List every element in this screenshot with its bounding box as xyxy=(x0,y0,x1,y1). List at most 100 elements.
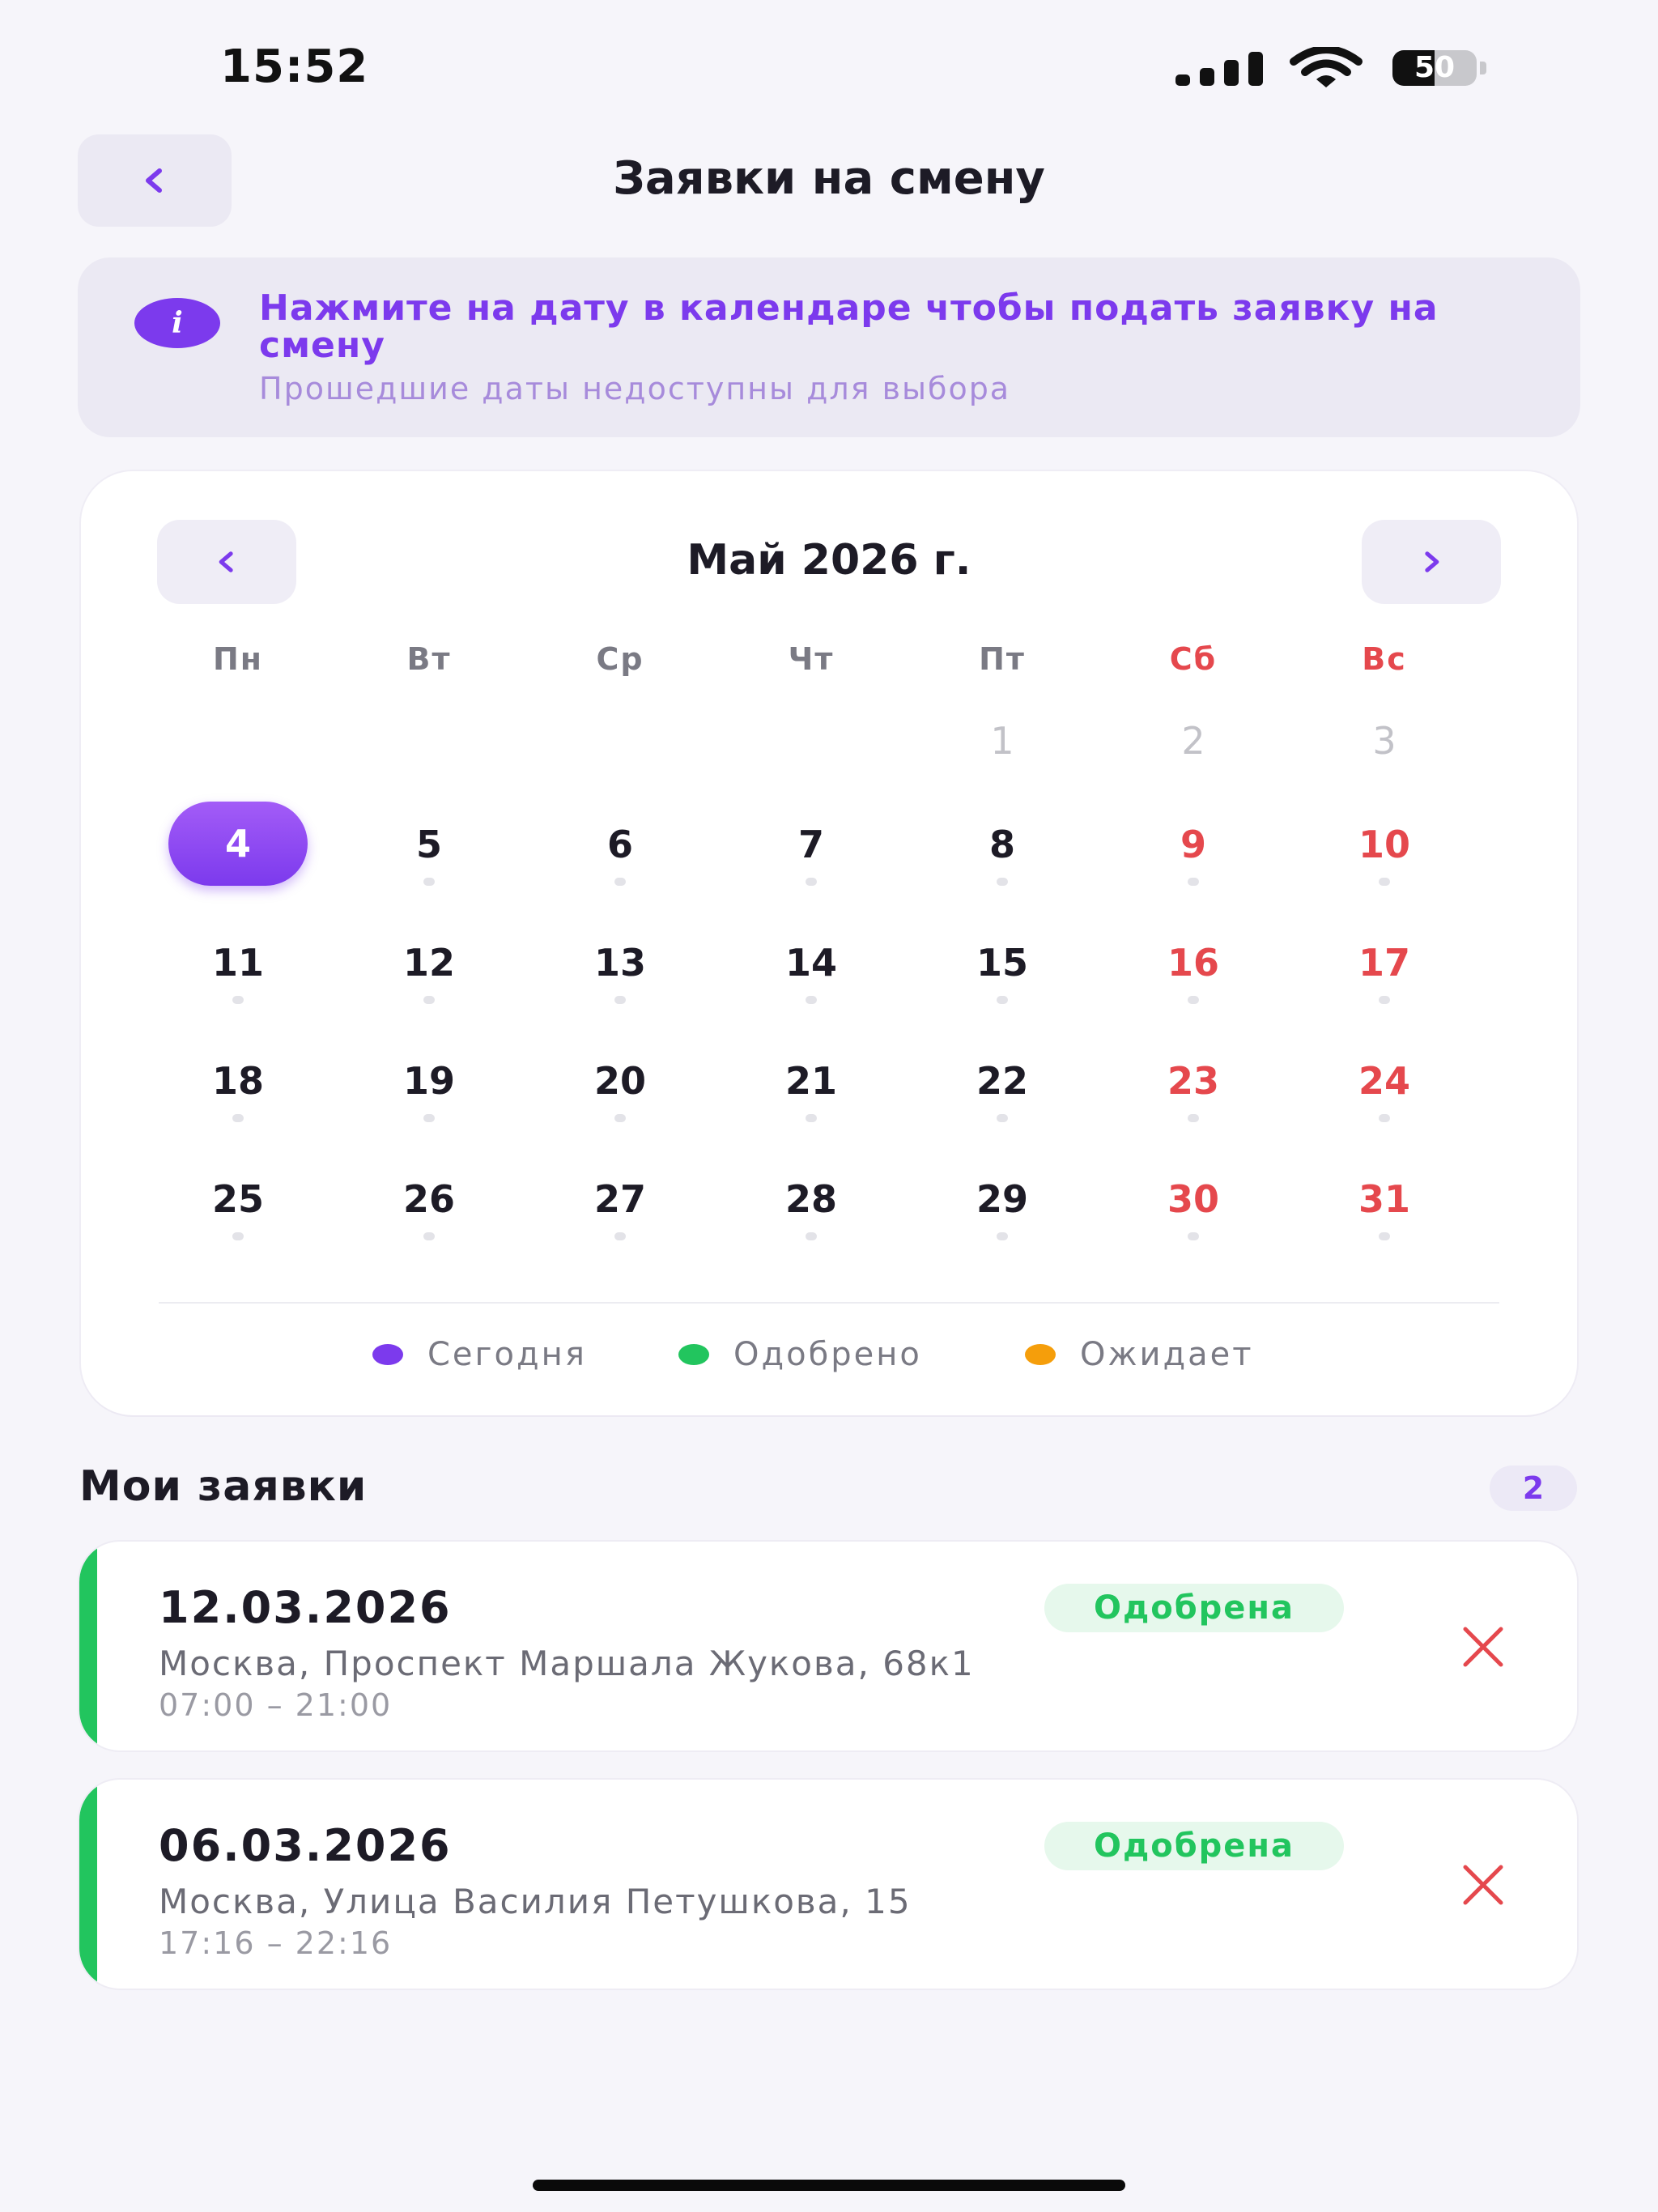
day-number: 18 xyxy=(211,1059,264,1103)
calendar-day[interactable]: 5 xyxy=(334,818,525,915)
day-number: 1 xyxy=(990,719,1014,763)
calendar-day[interactable]: 14 xyxy=(716,936,907,1033)
weekday-label: Вс xyxy=(1362,641,1407,677)
weekday-label: Пн xyxy=(212,641,264,677)
calendar-day[interactable]: 10 xyxy=(1289,818,1480,915)
day-status-dot xyxy=(614,1232,626,1240)
cellular-signal-icon xyxy=(1175,52,1265,86)
battery-indicator: 50 xyxy=(1392,50,1490,86)
weekday-label: Сб xyxy=(1169,641,1218,677)
info-banner: i Нажмите на дату в календаре чтобы пода… xyxy=(78,257,1580,437)
day-status-dot xyxy=(997,1232,1008,1240)
section-title: Мои заявки xyxy=(79,1462,368,1511)
calendar-day[interactable]: 30 xyxy=(1098,1172,1289,1270)
calendar-day[interactable]: 6 xyxy=(525,818,716,915)
day-number: 28 xyxy=(784,1177,837,1221)
calendar-day[interactable]: 27 xyxy=(525,1172,716,1270)
legend-label: Ожидает xyxy=(1080,1336,1254,1373)
requests-count-badge: 2 xyxy=(1490,1465,1577,1511)
status-badge: Одобрена xyxy=(1044,1584,1344,1632)
info-title: Нажмите на дату в календаре чтобы подать… xyxy=(259,287,1439,366)
chevron-right-icon xyxy=(1425,551,1439,572)
day-status-dot xyxy=(232,1232,244,1240)
status-stripe xyxy=(79,1542,97,1750)
day-number: 13 xyxy=(593,941,646,985)
calendar-day[interactable]: 19 xyxy=(334,1054,525,1151)
day-status-dot xyxy=(614,996,626,1004)
status-stripe xyxy=(79,1780,97,1989)
battery-percent: 50 xyxy=(1414,51,1456,84)
calendar-day[interactable]: 7 xyxy=(716,818,907,915)
calendar-divider xyxy=(159,1302,1499,1304)
calendar-day[interactable]: 16 xyxy=(1098,936,1289,1033)
calendar-day-today[interactable]: 4 xyxy=(142,802,334,915)
day-status-dot xyxy=(232,1114,244,1122)
status-badge: Одобрена xyxy=(1044,1822,1344,1870)
calendar-day[interactable]: 24 xyxy=(1289,1054,1480,1151)
legend-label: Сегодня xyxy=(427,1336,587,1373)
legend-dot xyxy=(678,1344,709,1365)
day-number: 9 xyxy=(1180,823,1206,866)
day-status-dot xyxy=(1188,1114,1199,1122)
calendar-day[interactable]: 13 xyxy=(525,936,716,1033)
close-icon[interactable] xyxy=(1456,1857,1511,1912)
day-status-dot xyxy=(232,996,244,1004)
day-number: 31 xyxy=(1358,1177,1410,1221)
calendar-day[interactable]: 23 xyxy=(1098,1054,1289,1151)
day-number: 5 xyxy=(415,823,442,866)
day-number: 27 xyxy=(593,1177,646,1221)
day-number: 2 xyxy=(1181,719,1205,763)
page-title: Заявки на смену xyxy=(613,152,1045,205)
calendar-day[interactable]: 22 xyxy=(907,1054,1098,1151)
day-status-dot xyxy=(997,1114,1008,1122)
day-status-dot xyxy=(1379,1114,1390,1122)
calendar-day[interactable]: 25 xyxy=(142,1172,334,1270)
request-date: 06.03.2026 xyxy=(159,1820,452,1871)
calendar-day[interactable]: 8 xyxy=(907,818,1098,915)
calendar-day[interactable]: 28 xyxy=(716,1172,907,1270)
legend-dot xyxy=(372,1344,403,1365)
legend-pending: Ожидает xyxy=(1025,1334,1254,1375)
calendar-day[interactable]: 29 xyxy=(907,1172,1098,1270)
day-status-dot xyxy=(1379,1232,1390,1240)
day-number: 29 xyxy=(976,1177,1028,1221)
day-status-dot xyxy=(806,1114,817,1122)
request-date: 12.03.2026 xyxy=(159,1582,452,1633)
calendar-day[interactable]: 18 xyxy=(142,1054,334,1151)
day-status-dot xyxy=(1379,996,1390,1004)
day-status-dot xyxy=(1188,878,1199,886)
day-number: 16 xyxy=(1167,941,1219,985)
day-status-dot xyxy=(1188,996,1199,1004)
day-status-dot xyxy=(806,996,817,1004)
day-status-dot xyxy=(997,878,1008,886)
day-status-dot xyxy=(423,996,435,1004)
day-number: 19 xyxy=(402,1059,455,1103)
request-card[interactable]: 06.03.2026 Одобрена Москва, Улица Васили… xyxy=(79,1780,1577,1989)
next-month-button[interactable] xyxy=(1362,520,1501,604)
day-number: 10 xyxy=(1358,823,1410,866)
calendar-day[interactable]: 31 xyxy=(1289,1172,1480,1270)
calendar-day[interactable]: 17 xyxy=(1289,936,1480,1033)
legend-label: Одобрено xyxy=(733,1336,922,1373)
calendar-day[interactable]: 15 xyxy=(907,936,1098,1033)
day-number: 17 xyxy=(1358,941,1410,985)
day-number: 21 xyxy=(784,1059,837,1103)
calendar-day[interactable]: 26 xyxy=(334,1172,525,1270)
calendar-day[interactable]: 20 xyxy=(525,1054,716,1151)
calendar-day[interactable]: 21 xyxy=(716,1054,907,1151)
calendar-day[interactable]: 11 xyxy=(142,936,334,1033)
request-address: Москва, Улица Василия Петушкова, 15 xyxy=(159,1882,912,1921)
request-card[interactable]: 12.03.2026 Одобрена Москва, Проспект Мар… xyxy=(79,1542,1577,1750)
close-icon[interactable] xyxy=(1456,1619,1511,1674)
day-status-dot xyxy=(423,1114,435,1122)
calendar-day[interactable]: 12 xyxy=(334,936,525,1033)
calendar-day: 3 xyxy=(1289,714,1480,811)
day-status-dot xyxy=(614,1114,626,1122)
weekday-label: Ср xyxy=(596,641,644,677)
calendar-day[interactable]: 9 xyxy=(1098,818,1289,915)
day-number: 24 xyxy=(1358,1059,1410,1103)
day-status-dot xyxy=(806,878,817,886)
calendar-day: 2 xyxy=(1098,714,1289,811)
day-number: 26 xyxy=(402,1177,455,1221)
day-status-dot xyxy=(614,878,626,886)
